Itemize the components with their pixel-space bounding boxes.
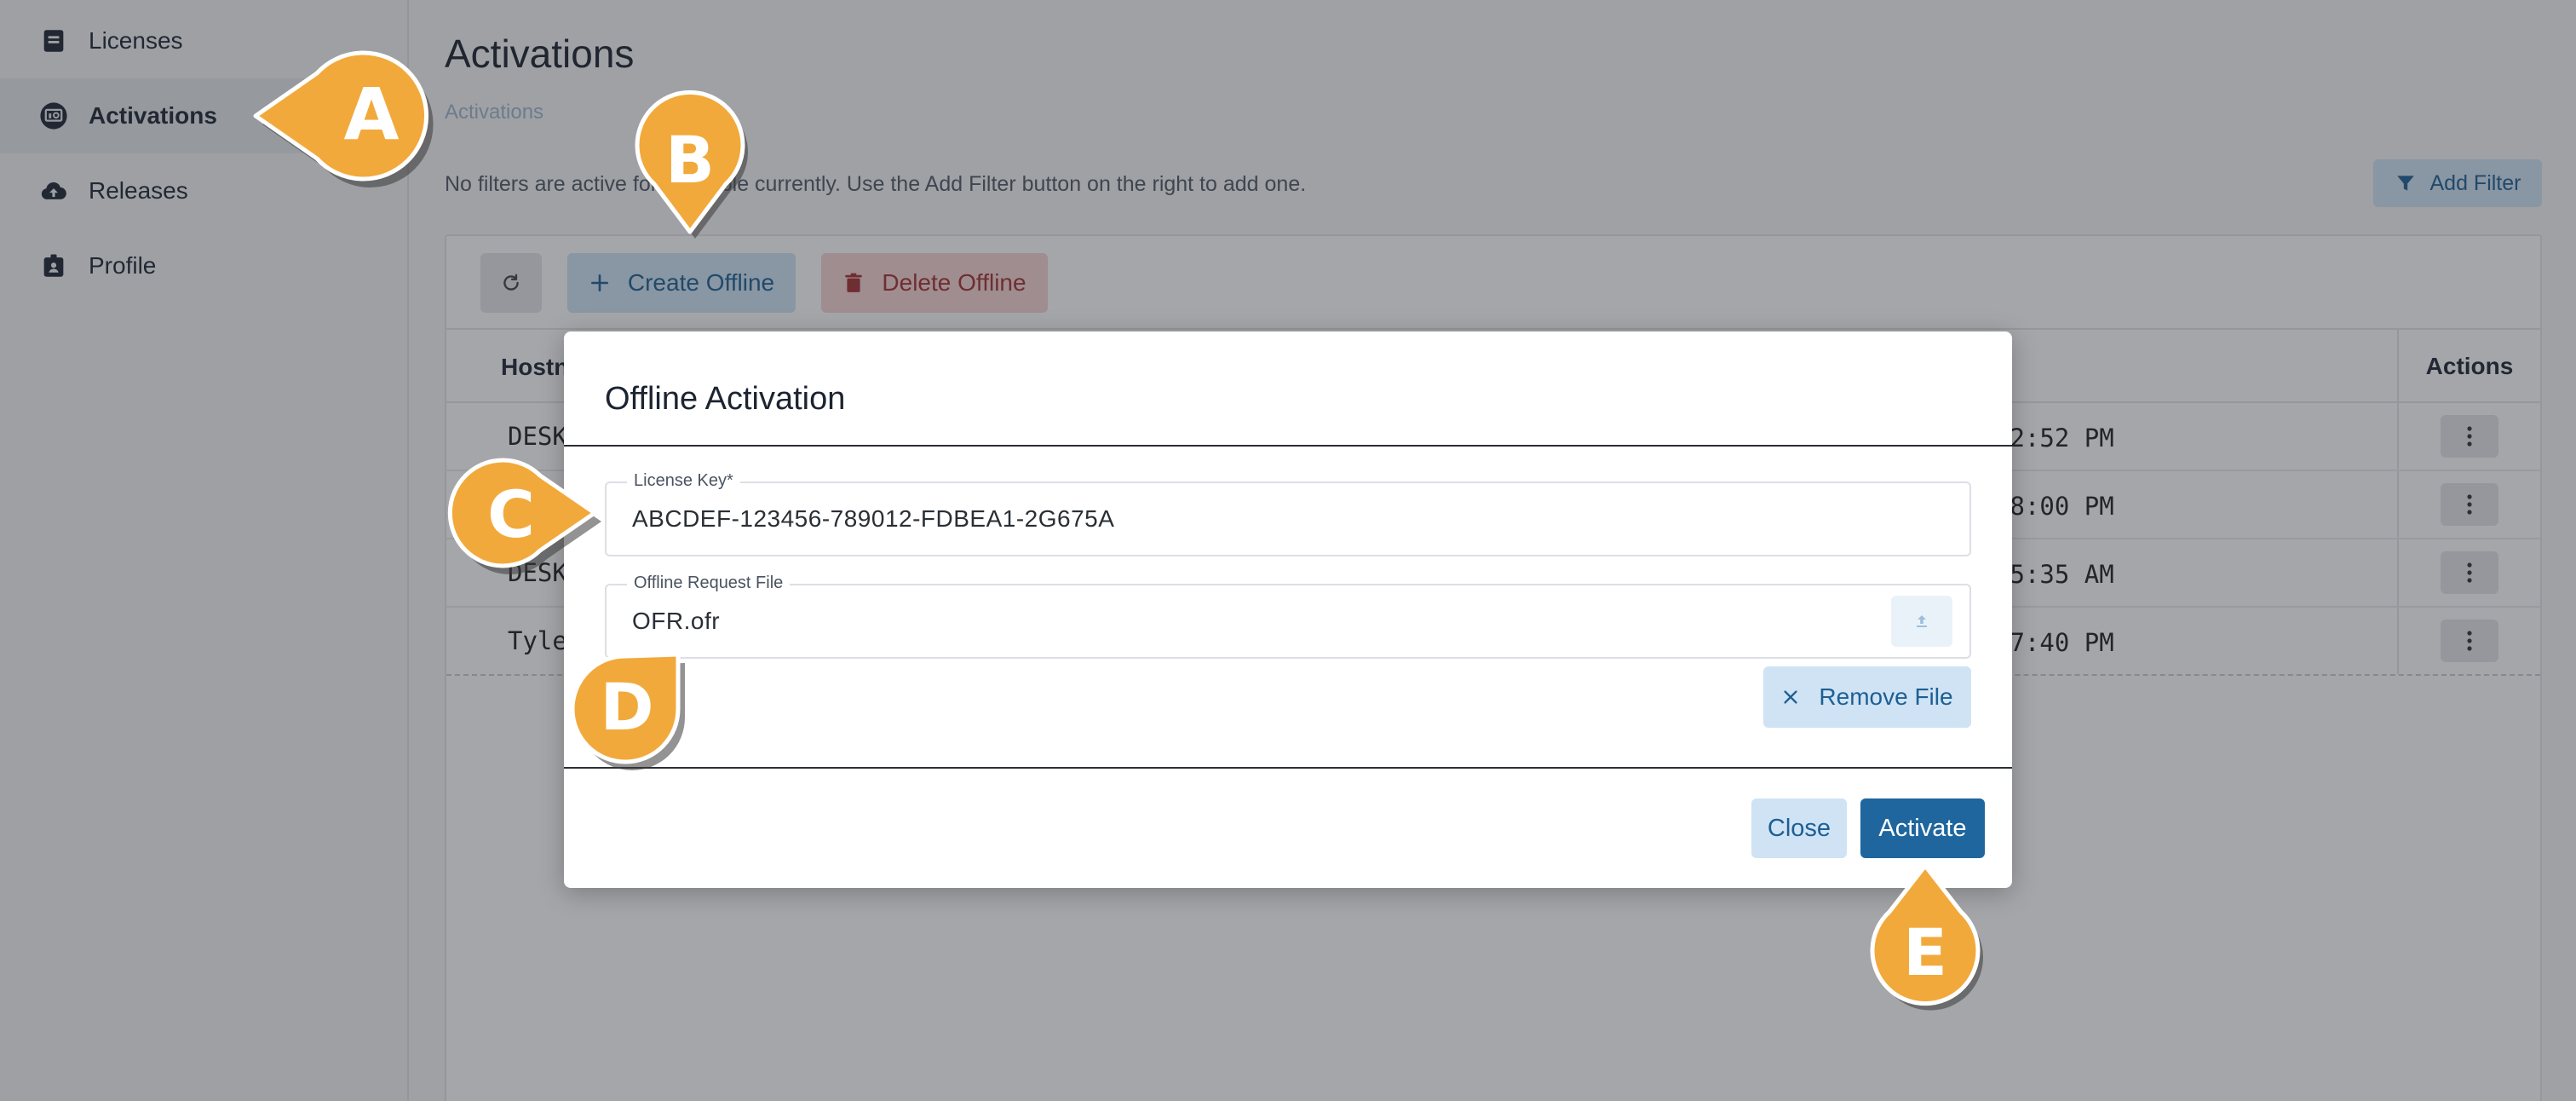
offline-request-file-field[interactable]: Offline Request File OFR.ofr [605, 574, 1971, 659]
callout-label: A [343, 72, 400, 156]
close-icon [1784, 690, 1798, 704]
offline-request-file-input[interactable]: OFR.ofr [632, 608, 720, 635]
callout-label: B [665, 122, 715, 198]
callout-marker-b: B [635, 89, 763, 247]
dialog-divider [564, 767, 2012, 769]
callout-label: C [487, 476, 535, 552]
callout-marker-e: E [1870, 863, 1998, 1011]
remove-file-label: Remove File [1819, 683, 1953, 710]
license-key-label: License Key* [627, 471, 740, 491]
app-window: Licenses Activations Releases Profile Ac… [0, 0, 2576, 1101]
activate-button[interactable]: Activate [1860, 798, 1985, 858]
license-key-input[interactable]: ABCDEF-123456-789012-FDBEA1-2G675A [632, 505, 1114, 533]
remove-file-button[interactable]: Remove File [1763, 666, 1971, 728]
dialog-divider [564, 445, 2012, 447]
callout-marker-a: A [253, 50, 434, 206]
callout-label: D [600, 669, 654, 745]
callout-label: E [1903, 914, 1947, 990]
offline-activation-dialog: Offline Activation License Key* ABCDEF-1… [564, 331, 2012, 888]
callout-marker-c: C [447, 455, 612, 591]
dialog-title: Offline Activation [605, 381, 846, 417]
upload-icon [1917, 615, 1927, 627]
callout-marker-d: D [570, 646, 710, 782]
close-button[interactable]: Close [1751, 798, 1847, 858]
license-key-field[interactable]: License Key* ABCDEF-123456-789012-FDBEA1… [605, 471, 1971, 556]
upload-file-button[interactable] [1891, 596, 1952, 647]
offline-request-file-label: Offline Request File [627, 574, 791, 593]
